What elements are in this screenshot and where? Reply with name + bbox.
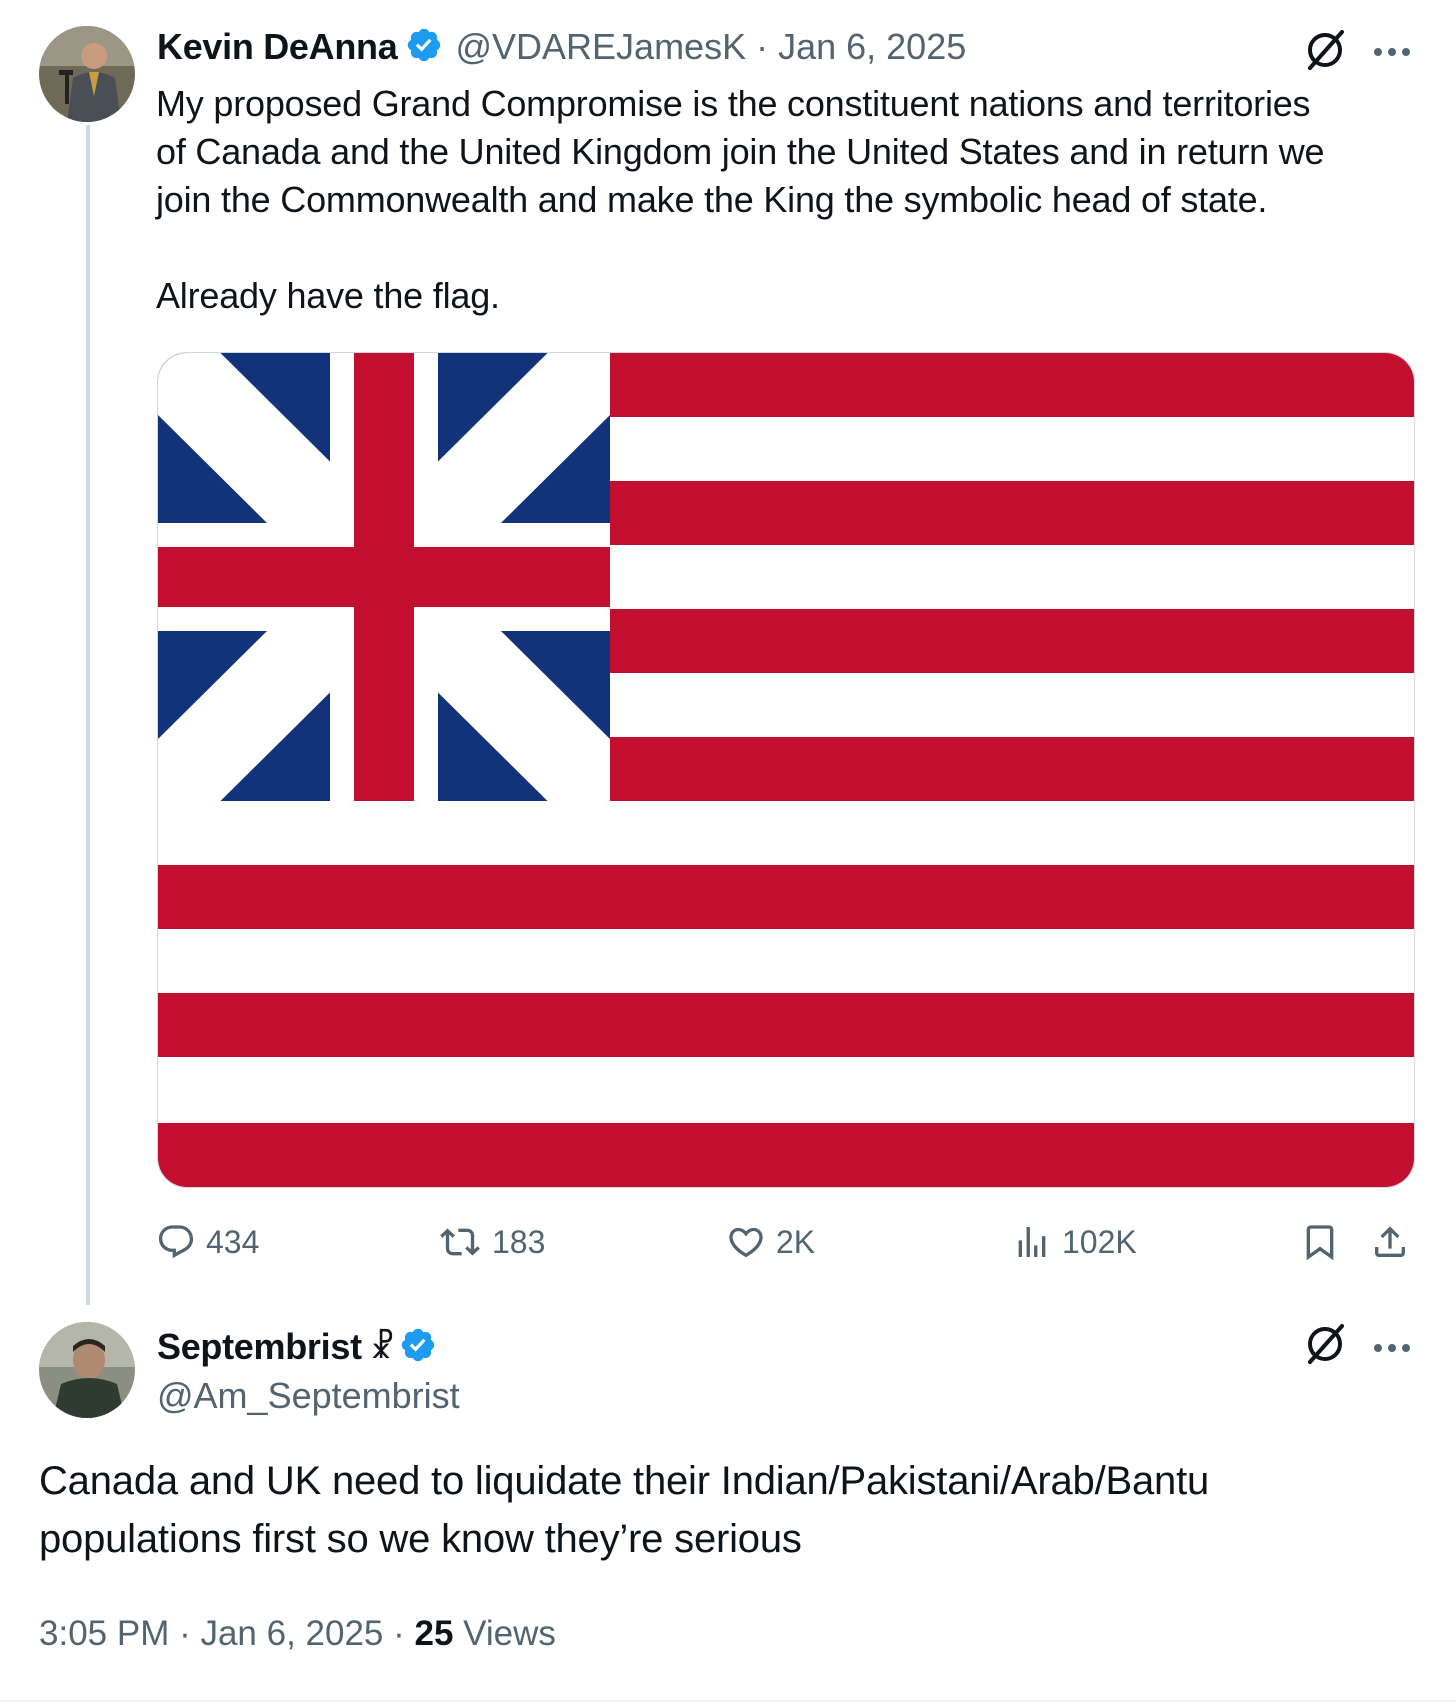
grok-icon[interactable] xyxy=(1304,28,1348,77)
tweet-text-line: join the Commonwealth and make the King … xyxy=(156,179,1268,220)
verified-badge-icon xyxy=(399,1326,437,1369)
tweet-text-line: Already have the flag. xyxy=(156,275,500,316)
author-name[interactable]: Kevin DeAnna xyxy=(157,26,398,68)
reply-count: 434 xyxy=(206,1223,260,1260)
like-count: 2K xyxy=(776,1223,816,1260)
share-icon[interactable] xyxy=(1370,1222,1420,1270)
more-icon[interactable] xyxy=(1372,1340,1412,1358)
handle-and-date[interactable]: @VDAREJamesK · Jan 6, 2025 xyxy=(455,26,966,68)
bottom-divider xyxy=(0,1700,1456,1702)
avatar-septembrist[interactable] xyxy=(39,1322,135,1418)
views-button[interactable]: 102K xyxy=(1012,1222,1137,1262)
verified-badge-icon xyxy=(405,26,443,69)
reply-icon xyxy=(158,1225,194,1259)
thread-connector-line xyxy=(86,125,90,1305)
timestamp[interactable]: 3:05 PM · Jan 6, 2025 · xyxy=(39,1614,414,1653)
reply-button[interactable]: 434 xyxy=(156,1222,259,1262)
tweet-text-line: of Canada and the United Kingdom join th… xyxy=(156,131,1325,172)
tweet-image-flag[interactable] xyxy=(157,352,1415,1188)
views-number: 25 xyxy=(414,1614,454,1653)
grok-icon[interactable] xyxy=(1304,1322,1348,1371)
like-button[interactable]: 2K xyxy=(726,1222,815,1262)
reply-text-line: populations first so we know they’re ser… xyxy=(39,1517,802,1561)
tweet-timestamp-views: 3:05 PM · Jan 6, 2025 · 25 Views xyxy=(39,1614,556,1654)
views-icon xyxy=(1018,1227,1046,1257)
tweet-text-line: My proposed Grand Compromise is the cons… xyxy=(156,83,1311,124)
author-handle[interactable]: @Am_Septembrist xyxy=(157,1372,460,1420)
views-count: 102K xyxy=(1062,1223,1137,1260)
more-icon[interactable] xyxy=(1372,44,1412,62)
repost-count: 183 xyxy=(492,1223,546,1260)
repost-icon xyxy=(440,1228,480,1256)
reply-text-line: Canada and UK need to liquidate their In… xyxy=(39,1459,1210,1503)
avatar-kevin-deanna[interactable] xyxy=(39,26,135,122)
author-name[interactable]: Septembrist xyxy=(157,1326,362,1368)
chi-rho-symbol: ☧ xyxy=(369,1328,395,1366)
repost-button[interactable]: 183 xyxy=(438,1222,545,1262)
bookmark-icon[interactable] xyxy=(1300,1222,1350,1270)
views-label: Views xyxy=(453,1614,556,1653)
like-icon xyxy=(729,1227,763,1258)
